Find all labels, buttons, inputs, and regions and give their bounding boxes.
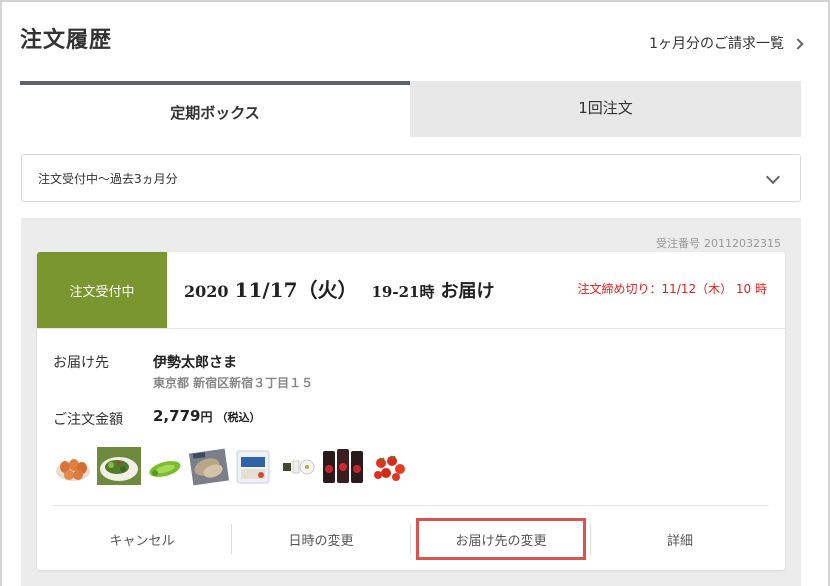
order-number: 受注番号 20112032315 bbox=[656, 235, 781, 251]
action-separator bbox=[410, 524, 411, 554]
delivery-datetime: 2020 11/17（火） 19-21時 お届け bbox=[184, 274, 494, 303]
order-number-label: 受注番号 bbox=[656, 237, 701, 250]
order-card: 注文受付中 2020 11/17（火） 19-21時 お届け 注文締め切り：11… bbox=[37, 252, 785, 570]
delivery-time: 19-21時 bbox=[371, 283, 435, 301]
amount-unit: 円 bbox=[200, 410, 213, 424]
condiment-thumbnail bbox=[283, 459, 315, 475]
delivery-year: 2020 bbox=[184, 282, 229, 301]
change-datetime-button[interactable]: 日時の変更 bbox=[232, 518, 410, 560]
destination-address: 東京都 新宿区新宿３丁目１５ bbox=[153, 376, 314, 390]
status-badge: 注文受付中 bbox=[37, 252, 167, 328]
chevron-down-icon bbox=[765, 169, 781, 185]
order-amount: 2,779 円 （税込） bbox=[153, 407, 260, 425]
amount-label: ご注文金額 bbox=[53, 412, 123, 428]
cancel-button[interactable]: キャンセル bbox=[53, 518, 231, 560]
chevron-right-icon bbox=[792, 37, 804, 50]
order-type-tabs: 定期ボックス 1回注文 bbox=[20, 81, 801, 137]
amount-tax: （税込） bbox=[216, 411, 261, 424]
destination-name: 伊勢太郎さま bbox=[153, 355, 237, 371]
canned-goods-thumbnail bbox=[323, 449, 363, 483]
delivery-suffix: お届け bbox=[440, 281, 495, 302]
actions-divider bbox=[53, 505, 769, 506]
order-list: 受注番号 20112032315 注文受付中 2020 11/17（火） 19-2… bbox=[21, 218, 801, 586]
fish-thumbnail bbox=[189, 448, 229, 486]
tab-one-time-order[interactable]: 1回注文 bbox=[410, 81, 801, 137]
delivery-date: 11/17（火） bbox=[234, 278, 358, 302]
order-number-value: 20112032315 bbox=[704, 237, 781, 250]
order-deadline: 注文締め切り：11/12（木） 10 時 bbox=[577, 282, 767, 296]
green-vegetable-thumbnail bbox=[149, 461, 181, 477]
period-filter-value: 注文受付中〜過去3ヵ月分 bbox=[38, 171, 178, 186]
tab-subscription-box[interactable]: 定期ボックス bbox=[20, 81, 410, 137]
card-divider bbox=[37, 328, 785, 329]
page-title: 注文履歴 bbox=[20, 28, 113, 53]
destination-label: お届け先 bbox=[53, 355, 109, 371]
cherry-tomatoes-thumbnail bbox=[374, 455, 405, 481]
salad-thumbnail bbox=[97, 447, 141, 485]
eggs-thumbnail bbox=[56, 459, 90, 481]
invoice-list-label: 1ヶ月分のご請求一覧 bbox=[649, 36, 784, 52]
invoice-list-link[interactable]: 1ヶ月分のご請求一覧 bbox=[649, 33, 804, 53]
period-filter-select[interactable]: 注文受付中〜過去3ヵ月分 bbox=[21, 154, 801, 202]
change-destination-button[interactable]: お届け先の変更 bbox=[416, 518, 586, 560]
packaged-food-thumbnail bbox=[236, 450, 270, 484]
amount-value: 2,779 bbox=[153, 407, 201, 425]
details-button[interactable]: 詳細 bbox=[591, 518, 769, 560]
order-actions: キャンセル 日時の変更 お届け先の変更 詳細 bbox=[53, 518, 769, 560]
